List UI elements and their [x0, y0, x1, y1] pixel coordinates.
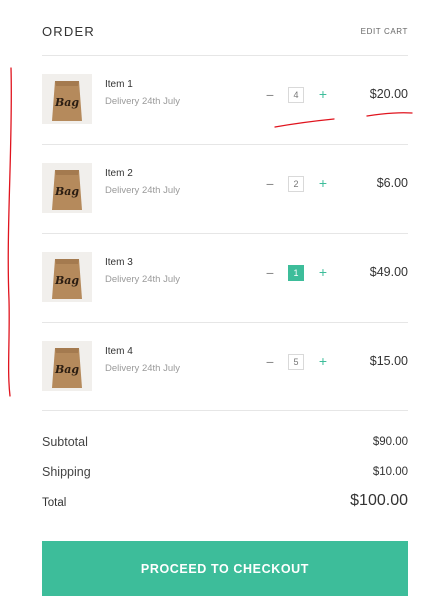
kraft-paper-bag-icon: Bag	[42, 163, 92, 213]
divider	[42, 410, 408, 411]
total-label: Total	[42, 497, 67, 509]
item-delivery: Delivery 24th July	[105, 363, 180, 374]
total-value: $100.00	[350, 492, 408, 509]
plus-icon[interactable]: +	[316, 175, 330, 191]
cart-item: Bag Item 2 Delivery 24th July − 2 + $6.0…	[42, 145, 408, 234]
edit-cart-link[interactable]: EDIT CART	[361, 27, 408, 36]
item-delivery: Delivery 24th July	[105, 96, 180, 107]
minus-icon[interactable]: −	[263, 87, 277, 103]
item-delivery: Delivery 24th July	[105, 185, 180, 196]
item-price: $20.00	[369, 87, 408, 101]
item-price: $15.00	[369, 354, 408, 368]
item-name: Item 2	[105, 168, 133, 179]
item-name: Item 1	[105, 79, 133, 90]
bag-logo-text: Bag	[54, 185, 79, 198]
quantity-field[interactable]: 1	[288, 265, 304, 281]
kraft-paper-bag-icon: Bag	[42, 74, 92, 124]
kraft-paper-bag-icon: Bag	[42, 252, 92, 302]
plus-icon[interactable]: +	[316, 264, 330, 280]
item-name: Item 3	[105, 257, 133, 268]
cart-item: Bag Item 3 Delivery 24th July − 1 + $49.…	[42, 234, 408, 323]
minus-icon[interactable]: −	[263, 354, 277, 370]
bag-logo-text: Bag	[54, 363, 79, 376]
shipping-row: Shipping $10.00	[42, 465, 408, 483]
order-header: ORDER EDIT CART	[42, 24, 408, 44]
minus-icon[interactable]: −	[263, 176, 277, 192]
item-price: $49.00	[369, 265, 408, 279]
quantity-field[interactable]: 2	[288, 176, 304, 192]
cart-item: Bag Item 1 Delivery 24th July − 4 + $20.…	[42, 56, 408, 145]
annotation-bracket	[7, 67, 13, 397]
subtotal-row: Subtotal $90.00	[42, 435, 408, 453]
bag-logo-text: Bag	[54, 96, 79, 109]
quantity-field[interactable]: 5	[288, 354, 304, 370]
page-title: ORDER	[42, 24, 95, 39]
cart-item: Bag Item 4 Delivery 24th July − 5 + $15.…	[42, 323, 408, 412]
shipping-value: $10.00	[372, 466, 408, 478]
proceed-to-checkout-button[interactable]: PROCEED TO CHECKOUT	[42, 541, 408, 596]
kraft-paper-bag-icon: Bag	[42, 341, 92, 391]
total-row: Total $100.00	[42, 492, 408, 513]
quantity-field[interactable]: 4	[288, 87, 304, 103]
minus-icon[interactable]: −	[263, 265, 277, 281]
item-delivery: Delivery 24th July	[105, 274, 180, 285]
plus-icon[interactable]: +	[316, 353, 330, 369]
bag-logo-text: Bag	[54, 274, 79, 287]
shipping-label: Shipping	[42, 465, 91, 479]
item-price: $6.00	[376, 176, 408, 190]
subtotal-label: Subtotal	[42, 435, 88, 449]
plus-icon[interactable]: +	[316, 86, 330, 102]
subtotal-value: $90.00	[372, 436, 408, 448]
item-name: Item 4	[105, 346, 133, 357]
